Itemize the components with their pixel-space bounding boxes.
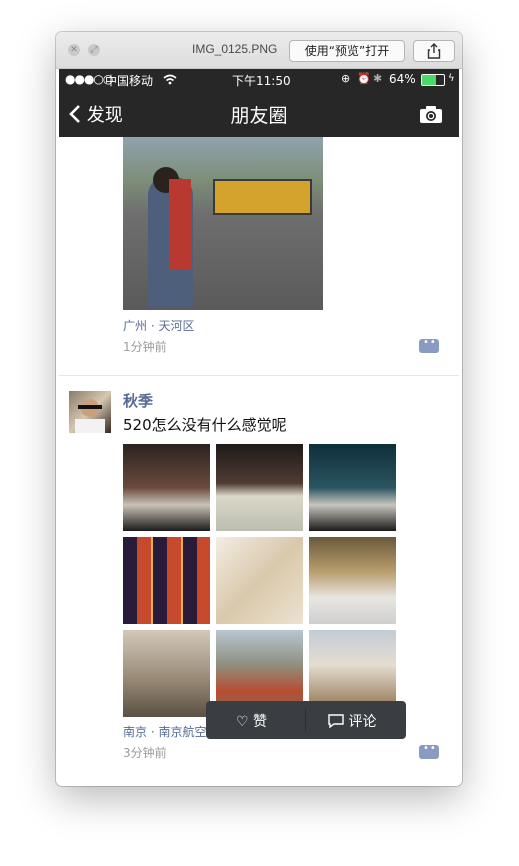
avatar[interactable]	[69, 391, 111, 433]
grid-photo[interactable]	[216, 537, 303, 624]
post-photo[interactable]	[123, 137, 323, 310]
comment-button[interactable]: 评论	[328, 711, 376, 731]
grid-photo[interactable]	[123, 444, 210, 531]
wifi-icon	[163, 74, 177, 85]
moments-feed[interactable]: 广州 · 天河区 1分钟前 秋季 520怎么没有什么感觉呢 南京 · 南京航空	[59, 137, 459, 783]
like-comment-popup: ♡ 赞 评论	[206, 701, 406, 739]
quicklook-window: ✕ ⤢ IMG_0125.PNG 使用“预览”打开 ●●●○○ 中国移动 下午1…	[56, 32, 462, 786]
open-with-preview-button[interactable]: 使用“预览”打开	[289, 40, 405, 62]
status-bar: ●●●○○ 中国移动 下午11:50 ⊕ ⏰ ✱ 64% ϟ	[59, 69, 459, 91]
status-time: 下午11:50	[232, 74, 291, 88]
alarm-icon: ⏰	[357, 72, 371, 85]
page-title: 朋友圈	[230, 105, 288, 127]
post-author[interactable]: 秋季	[123, 390, 153, 411]
rotation-lock-icon: ⊕	[341, 72, 351, 85]
heart-icon: ♡	[236, 714, 249, 730]
fullscreen-icon[interactable]: ⤢	[88, 44, 100, 56]
grid-photo[interactable]	[123, 630, 210, 717]
post-time: 1分钟前	[123, 340, 167, 354]
close-icon[interactable]: ✕	[68, 44, 80, 56]
battery-icon	[421, 74, 445, 86]
comment-more-icon[interactable]	[419, 337, 439, 353]
battery-fill	[422, 75, 437, 85]
camera-icon[interactable]	[419, 105, 443, 124]
post-divider	[59, 375, 459, 376]
post-text: 520怎么没有什么感觉呢	[123, 416, 287, 434]
grid-photo[interactable]	[309, 537, 396, 624]
grid-photo[interactable]	[309, 444, 396, 531]
comment-icon	[328, 714, 344, 729]
share-button[interactable]	[413, 40, 455, 62]
window-title: IMG_0125.PNG	[192, 42, 278, 56]
popup-divider	[305, 709, 306, 731]
like-label: 赞	[253, 714, 268, 730]
nav-bar: 发现 朋友圈	[59, 91, 459, 137]
bluetooth-icon: ✱	[373, 72, 383, 85]
window-titlebar: ✕ ⤢ IMG_0125.PNG 使用“预览”打开	[56, 32, 462, 69]
post-time: 3分钟前	[123, 746, 167, 760]
comment-more-icon[interactable]	[419, 743, 439, 759]
post-location[interactable]: 广州 · 天河区	[123, 317, 194, 334]
grid-photo[interactable]	[123, 537, 210, 624]
charging-icon: ϟ	[448, 73, 455, 84]
carrier-label: 中国移动	[105, 74, 154, 88]
like-button[interactable]: ♡ 赞	[236, 711, 267, 731]
comment-label: 评论	[348, 714, 377, 730]
grid-photo[interactable]	[216, 444, 303, 531]
share-icon	[427, 43, 441, 59]
battery-percent: 64%	[389, 72, 416, 86]
phone-screen: ●●●○○ 中国移动 下午11:50 ⊕ ⏰ ✱ 64% ϟ 发现 朋友圈 广州…	[59, 69, 459, 783]
